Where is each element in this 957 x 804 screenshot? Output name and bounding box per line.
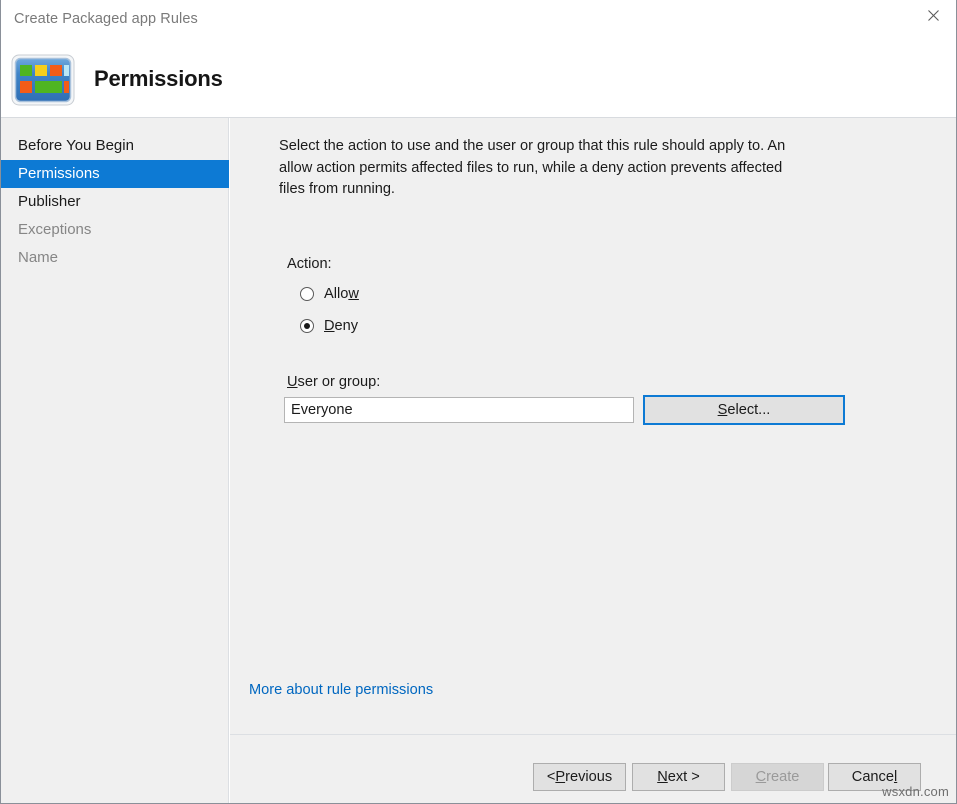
user-or-group-label: User or group:	[287, 374, 380, 390]
radio-deny-indicator	[300, 319, 314, 333]
select-button[interactable]: Select...	[643, 395, 845, 425]
wizard-footer: < Previous Next > Create Cancel	[230, 736, 956, 803]
wizard-window: Create Packaged app Rules	[0, 0, 957, 804]
more-about-rule-permissions-link[interactable]: More about rule permissions	[249, 682, 433, 698]
radio-allow[interactable]: Allow	[300, 286, 359, 302]
radio-allow-indicator	[300, 287, 314, 301]
window-title: Create Packaged app Rules	[14, 11, 198, 27]
wizard-step-list: Before You Begin Permissions Publisher E…	[1, 132, 229, 272]
close-icon[interactable]	[910, 0, 956, 31]
create-button: Create	[731, 763, 824, 791]
radio-deny[interactable]: Deny	[300, 318, 358, 334]
title-bar: Create Packaged app Rules	[1, 0, 956, 118]
permissions-pane: Select the action to use and the user or…	[230, 118, 956, 735]
next-button[interactable]: Next >	[632, 763, 725, 791]
radio-deny-label: Deny	[324, 318, 358, 334]
sidebar-item-permissions[interactable]: Permissions	[1, 160, 229, 188]
sidebar-item-publisher[interactable]: Publisher	[1, 188, 229, 216]
packaged-app-tiles-icon	[11, 54, 75, 106]
sidebar-item-exceptions: Exceptions	[1, 216, 229, 244]
pane-description: Select the action to use and the user or…	[279, 136, 806, 201]
wizard-sidebar: Before You Begin Permissions Publisher E…	[1, 118, 229, 803]
action-label: Action:	[287, 256, 332, 272]
previous-button[interactable]: < Previous	[533, 763, 626, 791]
watermark: wsxdn.com	[882, 784, 949, 799]
sidebar-item-name: Name	[1, 244, 229, 272]
user-or-group-input[interactable]	[284, 397, 634, 423]
radio-allow-label: Allow	[324, 286, 359, 302]
sidebar-item-before-you-begin[interactable]: Before You Begin	[1, 132, 229, 160]
page-title: Permissions	[94, 66, 223, 92]
wizard-content: Select the action to use and the user or…	[230, 118, 956, 803]
